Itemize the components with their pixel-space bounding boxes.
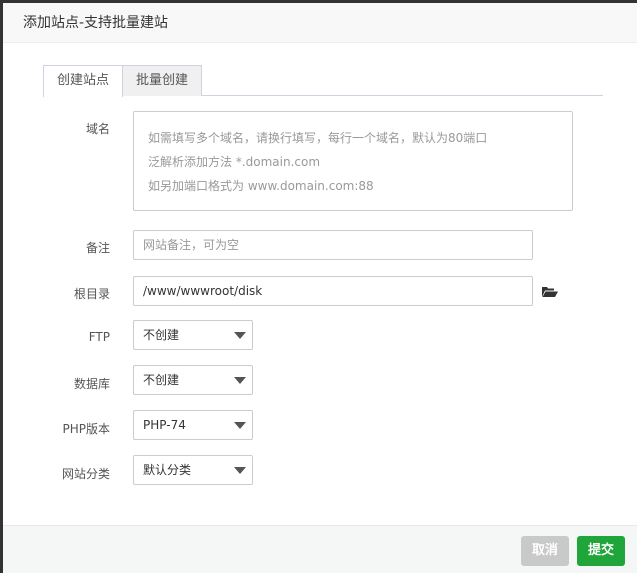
chevron-down-icon — [234, 422, 246, 429]
tab-bar: 创建站点 批量创建 — [43, 65, 603, 97]
root-dir-input[interactable]: /www/wwwroot/disk — [133, 276, 533, 306]
php-label: PHP版本 — [62, 422, 111, 436]
tab-create-site[interactable]: 创建站点 — [43, 65, 123, 97]
dialog-footer: 取消 提交 — [3, 525, 637, 573]
submit-button[interactable]: 提交 — [577, 536, 625, 566]
cancel-button[interactable]: 取消 — [521, 536, 569, 566]
category-select[interactable]: 默认分类 — [133, 455, 253, 485]
domain-placeholder-line: 如另加端口格式为 www.domain.com:88 — [148, 179, 374, 193]
ftp-label: FTP — [88, 330, 110, 344]
add-site-dialog: 添加站点-支持批量建站 创建站点 批量创建 域名 如需填写多个域名，请换行填写，… — [3, 3, 637, 573]
dialog-title: 添加站点-支持批量建站 — [3, 3, 637, 43]
domain-placeholder-line: 泛解析添加方法 *.domain.com — [148, 155, 321, 169]
domain-label: 域名 — [85, 122, 110, 136]
chevron-down-icon — [234, 377, 246, 384]
ftp-value: 不创建 — [143, 328, 180, 342]
remark-label: 备注 — [85, 241, 110, 255]
domain-textarea[interactable]: 如需填写多个域名，请换行填写，每行一个域名，默认为80端口 泛解析添加方法 *.… — [133, 111, 573, 211]
ftp-select[interactable]: 不创建 — [133, 320, 253, 350]
category-label: 网站分类 — [61, 467, 110, 481]
tab-batch-create[interactable]: 批量创建 — [122, 65, 202, 96]
category-value: 默认分类 — [143, 463, 192, 477]
database-value: 不创建 — [143, 373, 180, 387]
chevron-down-icon — [234, 332, 246, 339]
remark-input[interactable]: 网站备注，可为空 — [133, 230, 533, 260]
database-label: 数据库 — [73, 377, 110, 391]
domain-placeholder-line: 如需填写多个域名，请换行填写，每行一个域名，默认为80端口 — [148, 131, 488, 145]
chevron-down-icon — [234, 467, 246, 474]
php-version-select[interactable]: PHP-74 — [133, 410, 253, 440]
root-label: 根目录 — [73, 287, 110, 301]
php-value: PHP-74 — [143, 418, 186, 432]
database-select[interactable]: 不创建 — [133, 365, 253, 395]
folder-open-icon[interactable] — [542, 286, 558, 298]
